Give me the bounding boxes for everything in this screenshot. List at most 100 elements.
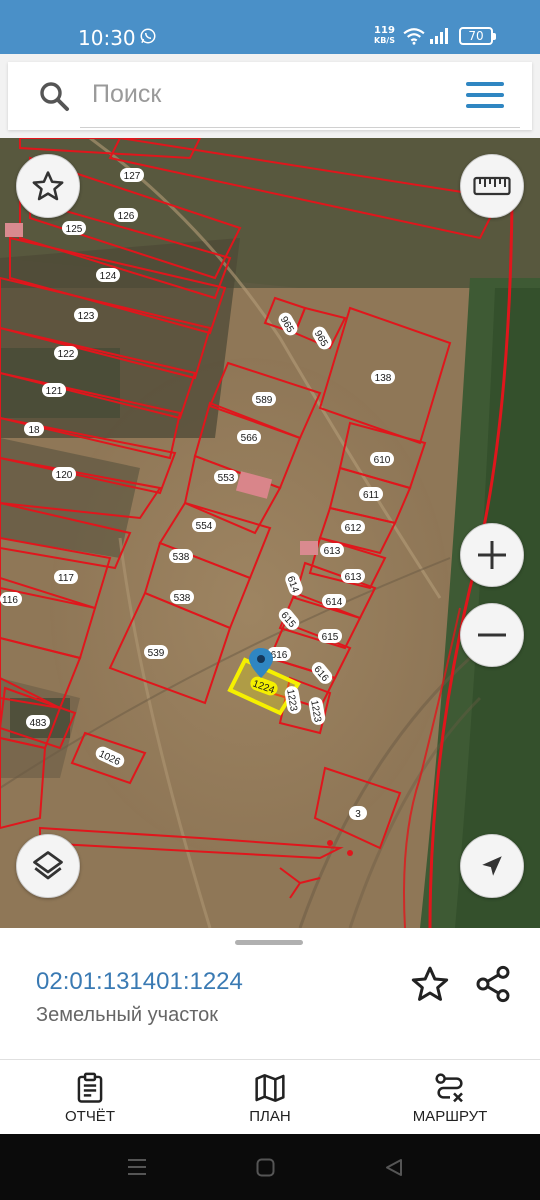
wifi-icon	[403, 28, 425, 45]
svg-text:611: 611	[363, 490, 379, 501]
favorite-star-icon[interactable]	[410, 964, 450, 1004]
object-type: Земельный участок	[36, 1004, 219, 1026]
svg-text:616: 616	[271, 650, 288, 661]
svg-text:615: 615	[322, 632, 339, 643]
svg-text:539: 539	[148, 648, 165, 659]
svg-text:138: 138	[375, 373, 392, 384]
measure-button[interactable]	[460, 154, 524, 218]
parcel-label[interactable]: 126	[114, 208, 138, 222]
svg-text:117: 117	[58, 573, 74, 584]
divider	[0, 1059, 540, 1060]
parcel-label[interactable]: 18	[24, 422, 44, 436]
parcel-label[interactable]: 538	[169, 549, 193, 563]
parcel-label[interactable]: 612	[341, 520, 365, 534]
route-icon	[435, 1073, 463, 1103]
svg-text:125: 125	[66, 224, 83, 235]
favorites-button[interactable]	[16, 154, 80, 218]
locate-icon	[482, 856, 502, 876]
report-label: ОТЧЁТ	[64, 1108, 115, 1125]
parcel-label[interactable]: 122	[54, 346, 78, 360]
zoom-out-button[interactable]	[460, 603, 524, 667]
parcel-label[interactable]: 554	[192, 518, 216, 532]
map-view[interactable]: 127 126 125 124 123 122 121 18 120 117 1…	[0, 138, 540, 928]
svg-text:612: 612	[345, 523, 362, 534]
layers-icon	[33, 851, 63, 880]
parcel-label[interactable]: 613	[341, 569, 365, 583]
svg-text:610: 610	[374, 455, 391, 466]
svg-text:538: 538	[173, 552, 190, 563]
zoom-in-icon	[478, 541, 506, 569]
svg-text:120: 120	[56, 470, 73, 481]
svg-text:613: 613	[345, 572, 362, 583]
parcel-label[interactable]: 3	[349, 806, 367, 820]
back-icon[interactable]	[385, 1158, 403, 1177]
ruler-icon	[473, 176, 511, 196]
whatsapp-icon	[140, 28, 156, 44]
parcel-label[interactable]: 138	[371, 370, 395, 384]
svg-text:613: 613	[324, 546, 341, 557]
parcel-label[interactable]: 483	[26, 715, 50, 729]
signal-icon	[430, 28, 448, 44]
network-speed-value: 119	[374, 25, 395, 36]
svg-text:566: 566	[241, 433, 258, 444]
parcel-label[interactable]: 610	[370, 452, 394, 466]
network-speed: 119 KB/S	[374, 25, 395, 46]
svg-text:127: 127	[124, 171, 141, 182]
hamburger-menu-icon[interactable]	[466, 82, 504, 108]
svg-text:538: 538	[174, 593, 191, 604]
parcel-label[interactable]: 539	[144, 645, 168, 659]
parcel-label[interactable]: 120	[52, 467, 76, 481]
parcel-label[interactable]: 121	[42, 383, 66, 397]
svg-text:124: 124	[100, 271, 117, 282]
search-input[interactable]	[80, 62, 520, 128]
clipboard-icon	[77, 1072, 103, 1103]
map-icon	[255, 1074, 285, 1102]
svg-text:18: 18	[28, 425, 40, 436]
satellite-map[interactable]: 127 126 125 124 123 122 121 18 120 117 1…	[0, 138, 540, 928]
cadastral-number[interactable]: 02:01:131401:1224	[36, 968, 243, 996]
plan-button[interactable]: ПЛАН	[210, 1066, 330, 1132]
my-location-button[interactable]	[460, 834, 524, 898]
parcel-label[interactable]: 116	[0, 592, 22, 606]
drag-handle[interactable]	[235, 940, 303, 945]
parcel-label[interactable]: 553	[214, 470, 238, 484]
parcel-label[interactable]: 614	[322, 594, 346, 608]
svg-text:126: 126	[118, 211, 135, 222]
home-icon[interactable]	[256, 1158, 275, 1177]
route-label: МАРШРУТ	[412, 1108, 488, 1125]
recent-apps-icon[interactable]	[127, 1158, 147, 1176]
svg-text:121: 121	[46, 386, 63, 397]
parcel-label[interactable]: 611	[359, 487, 383, 501]
zoom-out-icon	[478, 633, 506, 637]
parcel-label[interactable]: 615	[318, 629, 342, 643]
svg-text:553: 553	[218, 473, 235, 484]
layers-button[interactable]	[16, 834, 80, 898]
svg-text:483: 483	[30, 718, 47, 729]
parcel-label[interactable]: 124	[96, 268, 120, 282]
parcel-label[interactable]: 566	[237, 430, 261, 444]
share-icon[interactable]	[473, 964, 513, 1004]
svg-text:122: 122	[58, 349, 75, 360]
parcel-label[interactable]: 123	[74, 308, 98, 322]
search-icon[interactable]	[38, 80, 70, 112]
plan-label: ПЛАН	[249, 1108, 291, 1125]
svg-text:589: 589	[256, 395, 273, 406]
parcel-label[interactable]: 125	[62, 221, 86, 235]
svg-text:614: 614	[326, 597, 343, 608]
svg-text:116: 116	[2, 595, 18, 606]
parcel-label[interactable]: 613	[320, 543, 344, 557]
zoom-in-button[interactable]	[460, 523, 524, 587]
svg-text:123: 123	[78, 311, 95, 322]
route-button[interactable]: МАРШРУТ	[390, 1066, 510, 1132]
system-navigation-bar	[0, 1134, 540, 1200]
parcel-label[interactable]: 589	[252, 392, 276, 406]
status-bar: 10:30 119 KB/S 70	[0, 0, 540, 54]
battery-icon: 70	[459, 27, 496, 45]
star-icon	[32, 171, 64, 201]
svg-text:3: 3	[355, 809, 361, 820]
network-speed-unit: KB/S	[374, 36, 395, 45]
report-button[interactable]: ОТЧЁТ	[30, 1066, 150, 1132]
parcel-label[interactable]: 538	[170, 590, 194, 604]
parcel-label[interactable]: 117	[54, 570, 78, 584]
parcel-label[interactable]: 127	[120, 168, 144, 182]
